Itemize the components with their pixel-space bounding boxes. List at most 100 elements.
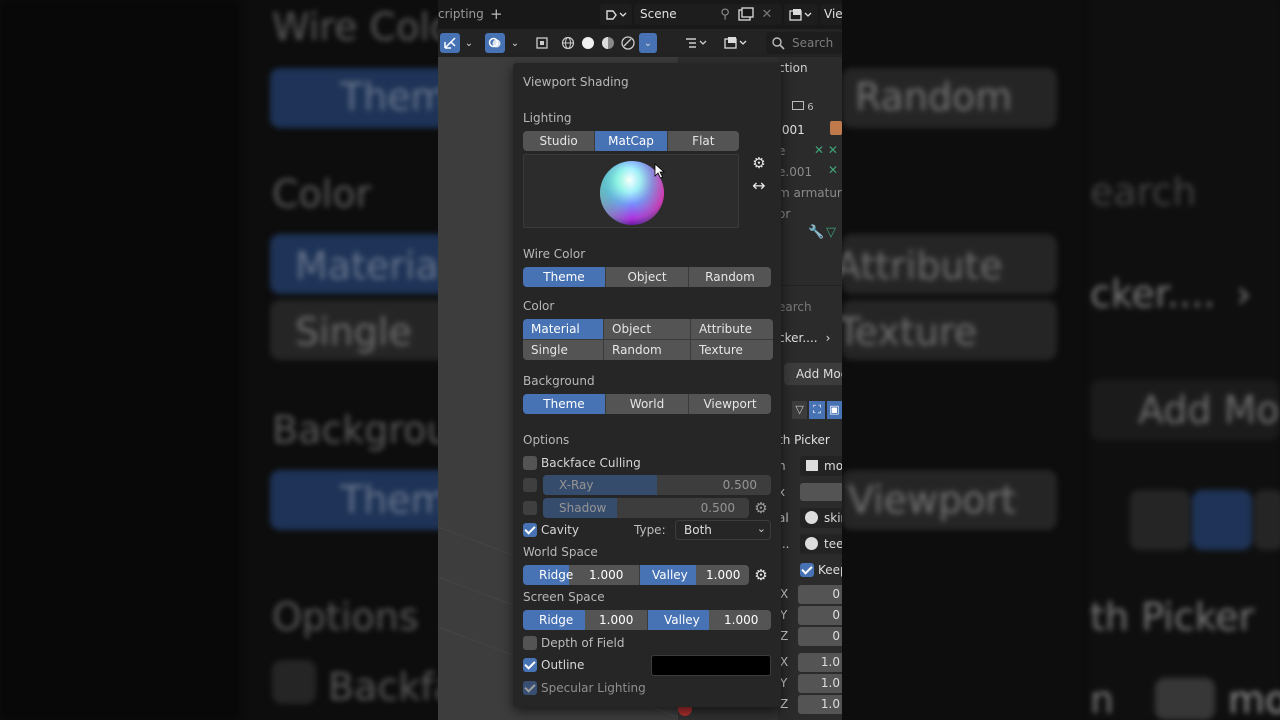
depth-of-field-checkbox[interactable] [523, 636, 537, 650]
mesh-icon [830, 121, 842, 135]
ws-ridge-slider[interactable]: Ridge 1.000 [523, 565, 639, 585]
background-world-button[interactable]: World [606, 394, 689, 414]
outliner-collection[interactable]: ction [778, 61, 842, 75]
rp-axis-field[interactable]: 0 [798, 627, 842, 646]
shadow-slider[interactable]: Shadow 0.500 [543, 498, 749, 518]
keep-label: Keep [818, 563, 842, 577]
edit-mode-icon[interactable]: ⛶ [809, 401, 825, 419]
view-layer-name[interactable]: Vie [824, 7, 842, 21]
overlay-toggle-icon[interactable] [485, 33, 505, 53]
color-selector: Material Object Attribute Single Random … [523, 319, 773, 360]
rendered-shading-icon[interactable] [618, 33, 638, 53]
color-single-button[interactable]: Single [523, 340, 603, 360]
shadow-settings-gear-icon[interactable]: ⚙ [753, 500, 769, 516]
outline-checkbox[interactable] [523, 658, 537, 672]
shadow-label: Shadow [559, 501, 607, 515]
rp-axis-field[interactable]: 0 [798, 585, 842, 604]
rp-axis-field[interactable]: 1.0 [798, 674, 842, 693]
rp-object-value[interactable]: mo [824, 459, 842, 473]
xray-slider[interactable]: X-Ray 0.500 [543, 475, 771, 495]
overlay-dropdown-icon[interactable]: ⌄ [508, 33, 522, 53]
world-space-fields: Ridge 1.000 Valley 1.000 [523, 565, 749, 585]
vertex-group-icon: ▽ [826, 225, 836, 240]
rp-axis-value: 1.0 [820, 655, 840, 669]
ws-valley-slider[interactable]: Valley 1.000 [640, 565, 749, 585]
ss-valley-slider[interactable]: Valley 1.000 [648, 610, 771, 630]
gizmo-toggle-icon[interactable] [440, 33, 460, 53]
shading-dropdown-icon[interactable]: ⌄ [639, 33, 657, 53]
properties-panel: ction 6 .001 e ✕ ✕ e.001 ✕ m armature or… [778, 57, 842, 720]
modifier-search[interactable]: earch [778, 300, 842, 314]
rp-axis-value: 0 [832, 587, 840, 601]
outliner-item-5[interactable]: or [778, 207, 842, 221]
mouse-cursor-icon [654, 163, 666, 179]
shadow-value: 0.500 [700, 501, 735, 515]
wireframe-shading-icon[interactable] [558, 33, 578, 53]
matcap-preview[interactable] [523, 154, 739, 228]
scene-name[interactable]: Scene [640, 7, 677, 21]
pin-icon[interactable]: ⚲ [716, 5, 734, 23]
search-input[interactable]: Search [792, 36, 833, 50]
xray-label: X-Ray [559, 478, 594, 492]
backface-culling-label: Backface Culling [541, 456, 641, 470]
new-scene-icon[interactable] [737, 5, 755, 23]
color-material-button[interactable]: Material [523, 319, 603, 339]
color-random-button[interactable]: Random [604, 340, 690, 360]
wire-color-random-button[interactable]: Random [689, 267, 771, 287]
lighting-label: Lighting [523, 111, 572, 125]
display-mode-icon[interactable] [720, 33, 752, 53]
background-viewport-button[interactable]: Viewport [689, 394, 771, 414]
color-texture-button[interactable]: Texture [691, 340, 773, 360]
rp-material-1[interactable]: skir [824, 511, 842, 525]
modifier-name[interactable]: th Picker [778, 433, 842, 447]
rp-axis-field[interactable]: 1.0 [798, 695, 842, 714]
background-theme-button[interactable]: Theme [523, 394, 606, 414]
view-layer-selector-icon[interactable] [784, 4, 818, 25]
rp-material-2[interactable]: tee [824, 537, 842, 551]
depth-of-field-label: Depth of Field [541, 636, 625, 650]
options-label: Options [523, 433, 570, 447]
cavity-checkbox[interactable] [523, 523, 537, 537]
add-modifier-button[interactable]: Add Mod [796, 367, 842, 381]
cage-icon[interactable]: ▣ [826, 401, 842, 419]
background-selector: Theme World Viewport [523, 394, 771, 414]
lighting-studio-button[interactable]: Studio [523, 131, 596, 151]
keep-checkbox[interactable] [800, 563, 814, 577]
picker-dropdown[interactable]: cker.... › [778, 331, 842, 345]
editor-type-icon[interactable] [681, 33, 711, 53]
cavity-type-dropdown[interactable]: Both ⌄ [675, 520, 771, 540]
solid-shading-icon[interactable] [578, 33, 598, 53]
shadow-checkbox[interactable] [523, 501, 537, 515]
wire-color-object-button[interactable]: Object [606, 267, 689, 287]
rp-axis-field[interactable]: 0 [798, 606, 842, 625]
xray-checkbox[interactable] [523, 478, 537, 492]
xray-value: 0.500 [722, 478, 757, 492]
preferences-gear-icon[interactable]: ⚙ [751, 155, 767, 171]
wire-color-theme-button[interactable]: Theme [523, 267, 606, 287]
outliner-item-4[interactable]: m armature [778, 186, 842, 200]
color-attribute-button[interactable]: Attribute [691, 319, 773, 339]
material-preview-shading-icon[interactable] [598, 33, 618, 53]
world-space-gear-icon[interactable]: ⚙ [753, 567, 769, 583]
backface-culling-checkbox[interactable] [523, 456, 537, 470]
color-object-button[interactable]: Object [604, 319, 690, 339]
specular-lighting-checkbox[interactable] [523, 681, 537, 695]
rp-axis-field[interactable]: 1.0 [798, 653, 842, 672]
delete-scene-icon[interactable]: ✕ [759, 5, 775, 23]
gizmo-dropdown-icon[interactable]: ⌄ [462, 33, 476, 53]
lighting-flat-button[interactable]: Flat [667, 131, 739, 151]
wrench-icon: 🔧 [808, 225, 825, 240]
ss-ridge-slider[interactable]: Ridge 1.000 [523, 610, 647, 630]
lighting-matcap-button[interactable]: MatCap [595, 131, 668, 151]
xray-toggle-icon[interactable] [532, 33, 552, 53]
world-space-label: World Space [523, 545, 598, 559]
rp-slider[interactable] [800, 483, 842, 501]
filter-icon[interactable]: ▽ [792, 401, 808, 419]
workspace-tab-scripting[interactable]: cripting [438, 7, 484, 21]
scene-selector-icon[interactable] [600, 4, 632, 25]
rp-axis-value: 0 [832, 608, 840, 622]
flip-matcap-icon[interactable]: ↔ [751, 178, 767, 194]
outline-color-swatch[interactable] [651, 655, 771, 676]
screen-space-label: Screen Space [523, 590, 605, 604]
add-workspace-button[interactable]: + [490, 5, 503, 23]
